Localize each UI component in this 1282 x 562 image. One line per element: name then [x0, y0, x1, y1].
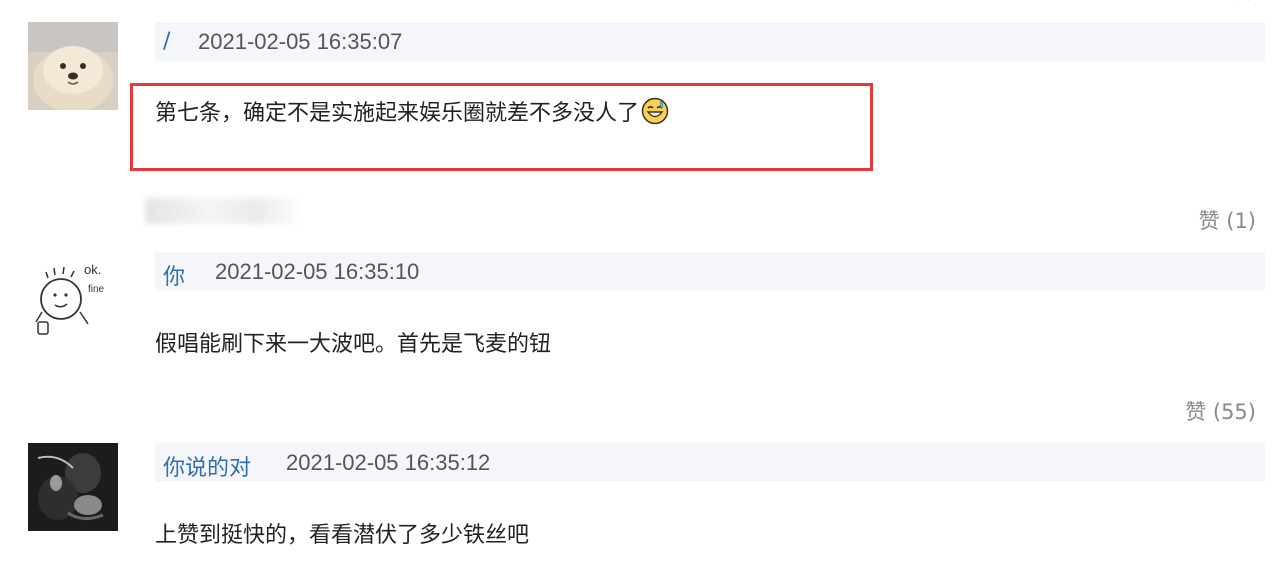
comment-text: 上赞到挺快的，看看潜伏了多少铁丝吧 [155, 523, 530, 548]
comment-header: 你说的对 2021-02-05 16:35:12 [155, 443, 1265, 482]
fluffy-dog-avatar[interactable] [28, 22, 118, 110]
comment-text: 假唱能刷下来一大波吧。首先是飞麦的钮 [155, 332, 552, 357]
username-link[interactable]: 你说的对 [163, 450, 251, 482]
like-button[interactable]: 赞 (55) [1185, 396, 1256, 426]
username-link[interactable]: / [163, 29, 170, 54]
like-button[interactable]: 赞 (1) [1199, 205, 1256, 235]
timestamp: 2021-02-05 16:35:07 [198, 29, 403, 54]
ok-fine-doodle-avatar[interactable]: ok. fine [28, 252, 118, 340]
dark-photo-avatar[interactable] [28, 443, 118, 531]
blurred-reply-strip [145, 198, 305, 224]
comment-header: / 2021-02-05 16:35:07 [155, 22, 1265, 61]
truncated-likes-mark: ⌒ [1236, 0, 1250, 13]
username-link[interactable]: 你 [163, 259, 185, 291]
avatar-fine-text: fine [88, 284, 105, 295]
avatar-ok-text: ok. [84, 262, 101, 277]
timestamp: 2021-02-05 16:35:12 [286, 450, 491, 475]
highlight-box [130, 83, 873, 171]
timestamp: 2021-02-05 16:35:10 [215, 259, 420, 284]
comment-header: 你 2021-02-05 16:35:10 [155, 252, 1265, 291]
